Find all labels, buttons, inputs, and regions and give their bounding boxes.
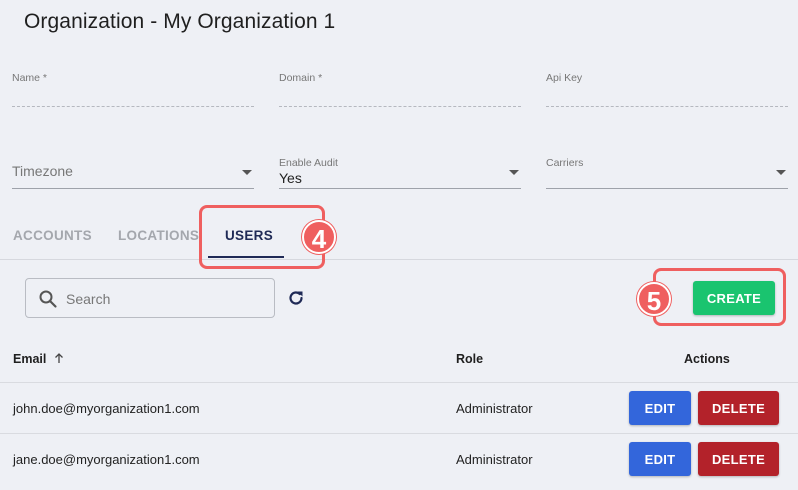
domain-field[interactable]: Domain * [279, 72, 521, 112]
enable-audit-underline [279, 188, 521, 189]
edit-button[interactable]: EDIT [629, 391, 691, 425]
column-header-role: Role [456, 352, 484, 366]
arrow-up-icon [54, 353, 63, 363]
name-underline [12, 106, 254, 107]
page-title: Organization - My Organization 1 [24, 10, 336, 33]
domain-underline [279, 106, 521, 107]
tab-locations[interactable]: LOCATIONS [118, 228, 199, 243]
callout-badge-5: 5 [637, 282, 671, 316]
refresh-icon[interactable] [286, 288, 306, 308]
callout-badge-4: 4 [302, 220, 336, 254]
timezone-underline [12, 188, 254, 189]
delete-button[interactable]: DELETE [698, 442, 779, 476]
tab-bar: ACCOUNTS LOCATIONS USERS [0, 212, 798, 260]
tab-accounts[interactable]: ACCOUNTS [13, 228, 92, 243]
user-email: jane.doe@myorganization1.com [13, 452, 200, 467]
name-label: Name * [12, 72, 48, 84]
search-icon [39, 290, 57, 308]
edit-button[interactable]: EDIT [629, 442, 691, 476]
api-key-label: Api Key [546, 72, 583, 84]
user-role: Administrator [456, 452, 533, 467]
delete-button[interactable]: DELETE [698, 391, 779, 425]
carriers-underline [546, 188, 788, 189]
enable-audit-select[interactable]: Enable Audit Yes [279, 155, 521, 195]
timezone-select[interactable]: Timezone [12, 155, 254, 195]
name-field[interactable]: Name * [12, 72, 254, 112]
search-box[interactable] [25, 278, 275, 318]
create-button[interactable]: CREATE [693, 281, 775, 315]
enable-audit-value: Yes [279, 170, 302, 186]
user-role: Administrator [456, 401, 533, 416]
api-key-field[interactable]: Api Key [546, 72, 788, 112]
table-divider [0, 433, 798, 434]
api-key-underline [546, 106, 788, 107]
search-input[interactable] [66, 288, 266, 310]
carriers-label: Carriers [546, 157, 584, 169]
carriers-select[interactable]: Carriers [546, 155, 788, 195]
timezone-placeholder: Timezone [12, 163, 73, 179]
email-header-label: Email [13, 352, 47, 366]
chevron-down-icon [509, 170, 519, 175]
chevron-down-icon [242, 170, 252, 175]
enable-audit-label: Enable Audit [279, 157, 338, 169]
user-email: john.doe@myorganization1.com [13, 401, 200, 416]
domain-label: Domain * [279, 72, 323, 84]
table-divider [0, 382, 798, 383]
chevron-down-icon [776, 170, 786, 175]
column-header-actions: Actions [684, 352, 730, 366]
column-header-email[interactable]: Email [13, 352, 65, 366]
